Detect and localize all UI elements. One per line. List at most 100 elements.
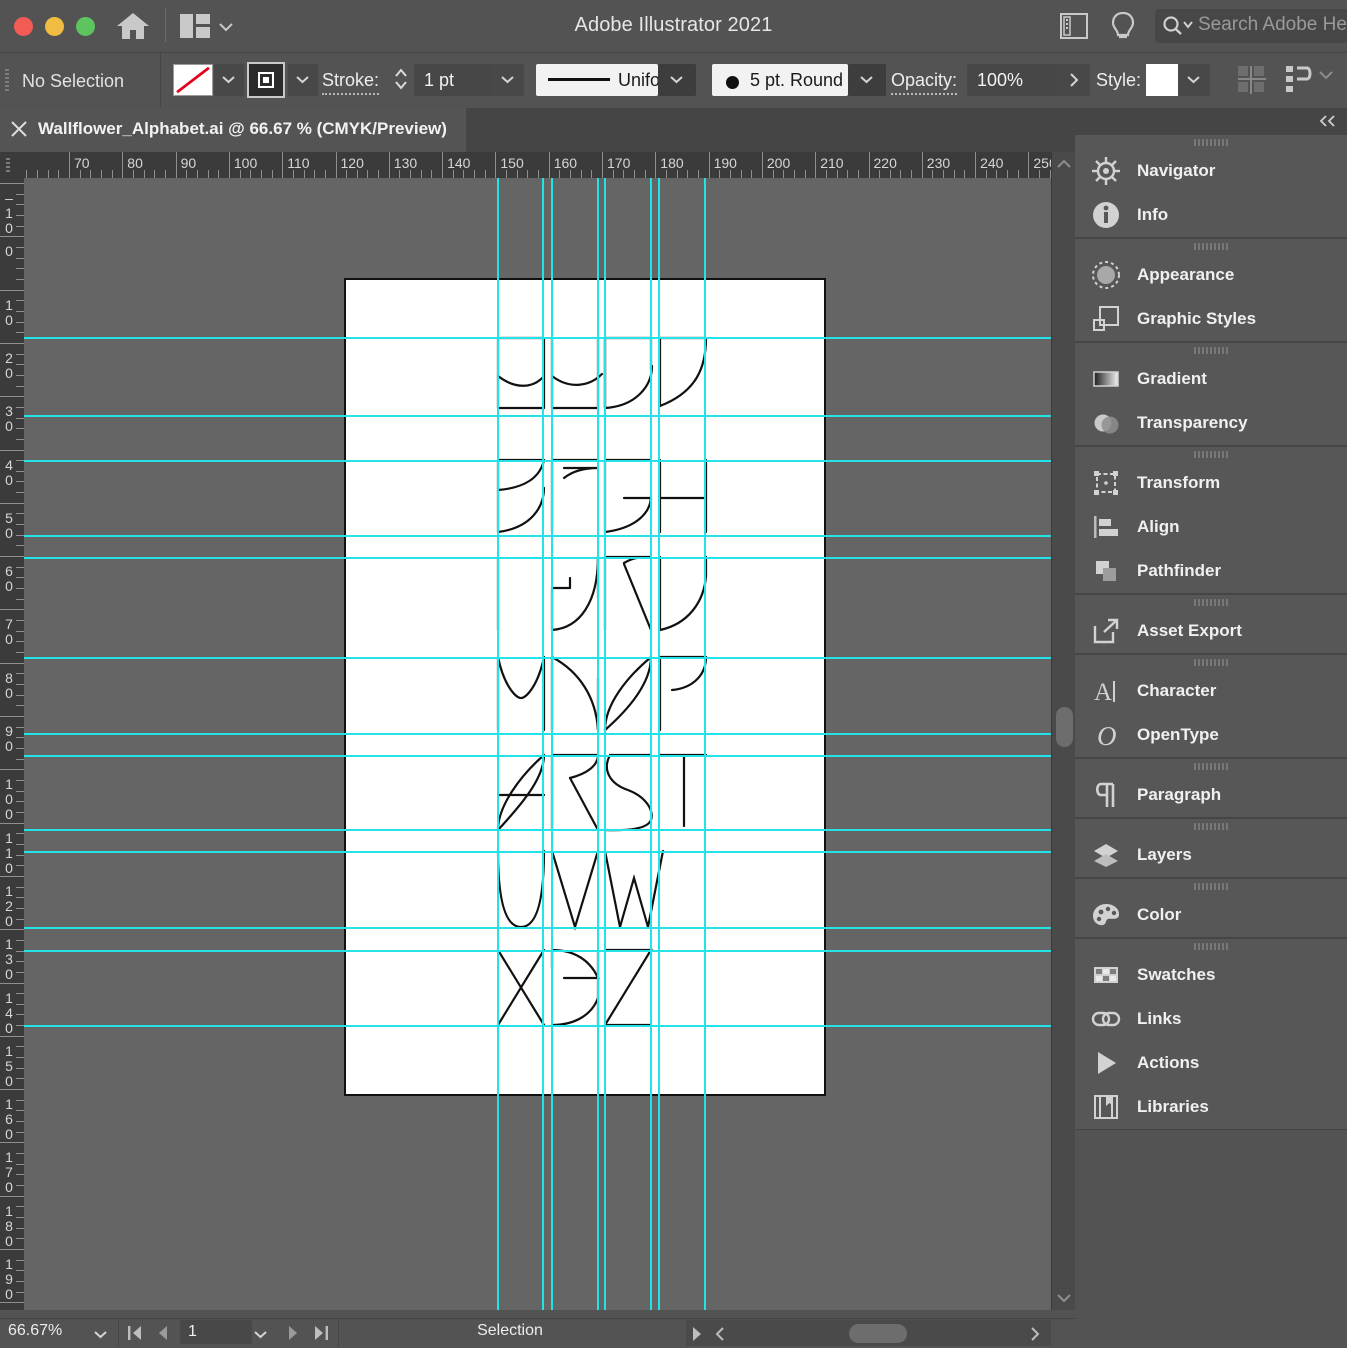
brush-dropdown-button[interactable]	[848, 64, 886, 96]
collapse-panels-icon[interactable]	[1319, 114, 1337, 128]
ruler-tick-major	[0, 236, 24, 238]
align-grid-icon[interactable]	[1238, 66, 1266, 94]
panel-item-graphic-styles[interactable]: Graphic Styles	[1075, 297, 1347, 341]
ruler-tick-minor	[16, 897, 24, 899]
guide-horizontal[interactable]	[24, 829, 1051, 831]
panel-item-layers[interactable]: Layers	[1075, 833, 1347, 877]
canvas-area[interactable]	[24, 178, 1051, 1310]
scroll-down-icon[interactable]	[1056, 1292, 1072, 1304]
distribute-objects-icon[interactable]	[1285, 64, 1315, 94]
control-bar-grip[interactable]	[5, 69, 9, 93]
panel-group-grip[interactable]	[1075, 879, 1347, 893]
style-swatch[interactable]	[1146, 64, 1178, 96]
scroll-up-icon[interactable]	[1056, 158, 1072, 170]
panel-group-grip[interactable]	[1075, 759, 1347, 773]
vertical-ruler[interactable]: –1 0 0 1 0 2 0 3 0 4 0 5 0 6 0 7 0 8 0 9 0 1 0 0 1 1 0 1 2 0 1 3 0 1 4 0 1 5 0…	[0, 178, 25, 1310]
stroke-weight-dropdown-button[interactable]	[492, 64, 524, 96]
panel-item-label: Links	[1137, 1009, 1182, 1028]
panel-item-appearance[interactable]: Appearance	[1075, 253, 1347, 297]
horizontal-scrollbar-thumb[interactable]	[849, 1324, 907, 1343]
ruler-label: 170	[607, 155, 631, 171]
document-layout-icon[interactable]	[1060, 13, 1088, 39]
panel-group-grip[interactable]	[1075, 819, 1347, 833]
panel-group-grip[interactable]	[1075, 135, 1347, 149]
scroll-left-icon[interactable]	[712, 1325, 728, 1343]
stroke-swatch[interactable]	[247, 62, 285, 98]
stroke-profile-field[interactable]: Uniform	[536, 64, 681, 96]
ruler-corner[interactable]	[0, 152, 24, 178]
style-dropdown-button[interactable]	[1178, 64, 1210, 96]
lightbulb-icon[interactable]	[1110, 11, 1136, 41]
gradient-icon	[1075, 357, 1137, 401]
guide-vertical[interactable]	[542, 178, 544, 1310]
stroke-weight-input[interactable]: 1 pt	[414, 64, 502, 96]
search-icon[interactable]	[1162, 14, 1196, 36]
panel-group-grip[interactable]	[1075, 939, 1347, 953]
ruler-tick-minor	[665, 170, 667, 178]
panel-item-navigator[interactable]: Navigator	[1075, 149, 1347, 193]
ruler-label: 150	[5, 1042, 13, 1089]
guide-horizontal[interactable]	[24, 415, 1051, 417]
guide-vertical[interactable]	[650, 178, 652, 1310]
guide-horizontal[interactable]	[24, 657, 1051, 659]
panel-item-asset-export[interactable]: Asset Export	[1075, 609, 1347, 653]
fill-dropdown-button[interactable]	[214, 64, 244, 96]
stroke-dropdown-button[interactable]	[288, 64, 318, 96]
guide-horizontal[interactable]	[24, 1025, 1051, 1027]
panel-group-grip[interactable]	[1075, 655, 1347, 669]
close-icon[interactable]	[8, 118, 30, 140]
panel-item-swatches[interactable]: Swatches	[1075, 953, 1347, 997]
panel-item-transform[interactable]: Transform	[1075, 461, 1347, 505]
guide-horizontal[interactable]	[24, 851, 1051, 853]
panel-group-grip[interactable]	[1075, 239, 1347, 253]
guide-horizontal[interactable]	[24, 557, 1051, 559]
panel-item-paragraph[interactable]: Paragraph	[1075, 773, 1347, 817]
alphabet-artwork[interactable]	[24, 178, 1051, 1310]
vertical-scrollbar-thumb[interactable]	[1056, 707, 1073, 747]
guide-vertical[interactable]	[704, 178, 706, 1310]
ruler-tick-minor	[16, 385, 24, 387]
guide-vertical[interactable]	[658, 178, 660, 1310]
ruler-tick-minor	[943, 170, 945, 178]
guide-horizontal[interactable]	[24, 733, 1051, 735]
panel-item-opentype[interactable]: O OpenType	[1075, 713, 1347, 757]
panel-item-info[interactable]: Info	[1075, 193, 1347, 237]
horizontal-ruler[interactable]: 70 80 90 100 110 120 130 140 150 160 170 180 190 200 2…	[24, 152, 1051, 179]
actions-icon	[1075, 1041, 1137, 1085]
scroll-right-icon[interactable]	[1027, 1325, 1043, 1343]
panel-group-grip[interactable]	[1075, 595, 1347, 609]
vertical-scrollbar[interactable]	[1051, 152, 1076, 1310]
guide-vertical[interactable]	[551, 178, 553, 1310]
panel-item-character[interactable]: A Character	[1075, 669, 1347, 713]
horizontal-scrollbar[interactable]	[686, 1320, 1051, 1346]
panel-item-pathfinder[interactable]: Pathfinder	[1075, 549, 1347, 593]
panel-item-links[interactable]: Links	[1075, 997, 1347, 1041]
chevron-down-icon[interactable]	[1318, 70, 1334, 80]
panel-group-grip[interactable]	[1075, 447, 1347, 461]
opacity-input[interactable]: 100%	[967, 64, 1061, 96]
guide-vertical[interactable]	[604, 178, 606, 1310]
panel-item-gradient[interactable]: Gradient	[1075, 357, 1347, 401]
stroke-weight-stepper[interactable]	[392, 64, 410, 94]
panel-item-actions[interactable]: Actions	[1075, 1041, 1347, 1085]
document-tab[interactable]: Wallflower_Alphabet.ai @ 66.67 % (CMYK/P…	[0, 108, 466, 152]
scroll-play-icon[interactable]	[688, 1325, 706, 1343]
guide-vertical[interactable]	[597, 178, 599, 1310]
guide-horizontal[interactable]	[24, 460, 1051, 462]
guide-horizontal[interactable]	[24, 337, 1051, 339]
guide-horizontal[interactable]	[24, 535, 1051, 537]
guide-horizontal[interactable]	[24, 927, 1051, 929]
panel-group-grip[interactable]	[1075, 343, 1347, 357]
panel-item-align[interactable]: Align	[1075, 505, 1347, 549]
panel-item-color[interactable]: Color	[1075, 893, 1347, 937]
guide-vertical[interactable]	[497, 178, 499, 1310]
guide-horizontal[interactable]	[24, 755, 1051, 757]
brush-definition-field[interactable]: 5 pt. Round	[712, 64, 848, 96]
opacity-expand-button[interactable]	[1058, 64, 1090, 96]
ruler-tick-minor	[37, 170, 39, 178]
guide-horizontal[interactable]	[24, 950, 1051, 952]
fill-swatch[interactable]	[173, 64, 213, 96]
panel-item-libraries[interactable]: Libraries	[1075, 1085, 1347, 1129]
panel-item-transparency[interactable]: Transparency	[1075, 401, 1347, 445]
stroke-profile-dropdown-button[interactable]	[658, 64, 696, 96]
